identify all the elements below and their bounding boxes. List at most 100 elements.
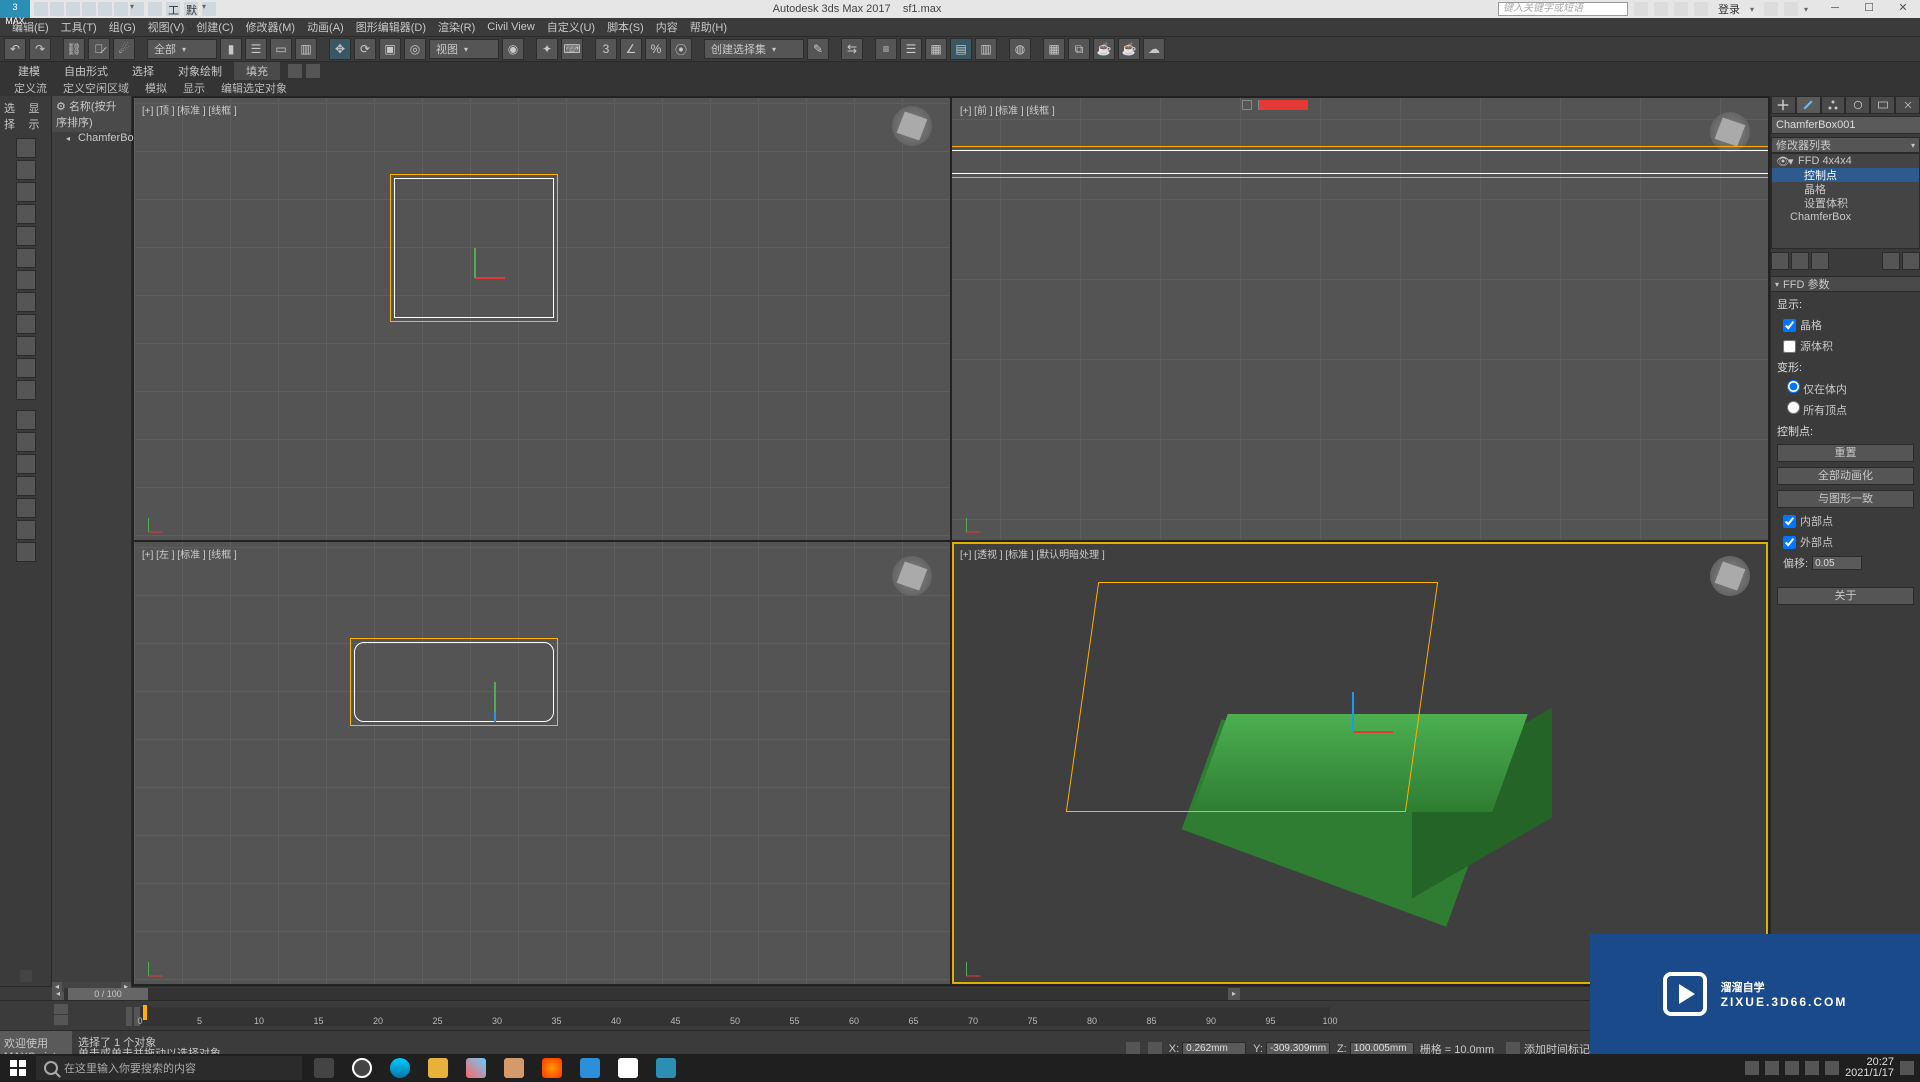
layer-explorer-button[interactable]: ☰ [900,38,922,60]
ribbon-tab-selection[interactable]: 选择 [120,62,166,80]
infocenter-cloud-icon[interactable] [1674,2,1688,16]
viewcube-persp[interactable] [1710,556,1750,596]
menu-views[interactable]: 视图(V) [142,18,191,36]
tray-volume-icon[interactable] [1825,1061,1839,1075]
menu-content[interactable]: 内容 [650,18,684,36]
ribbon-pin-icon[interactable] [306,64,320,78]
ribbon-tab-populate[interactable]: 填充 [234,62,280,80]
leftbar-btn-14[interactable] [16,432,36,452]
leftbar-btn-12[interactable] [16,380,36,400]
select-manipulate-button[interactable]: ✦ [536,38,558,60]
help-icon[interactable] [1784,2,1798,16]
qat-new-icon[interactable] [34,2,48,16]
btn-reset[interactable]: 重置 [1777,444,1914,462]
object-name-input[interactable] [1771,116,1920,134]
scale-button[interactable]: ▣ [379,38,401,60]
leftbar-btn-5[interactable] [16,226,36,246]
leftbar-btn-15[interactable] [16,454,36,474]
viewport-perspective[interactable]: [+] [透视 ] [标准 ] [默认明暗处理 ] [952,542,1768,984]
stack-remove-button[interactable] [1882,252,1900,270]
leftbar-btn-3[interactable] [16,182,36,202]
tab-hierarchy[interactable] [1821,96,1846,114]
workspace-selector[interactable]: 工作区: 默认 ▾ [148,2,216,16]
tab-display[interactable] [1870,96,1895,114]
mirror-button[interactable]: ⇆ [841,38,863,60]
leftbar-btn-8[interactable] [16,292,36,312]
exchange-icon[interactable] [1764,2,1778,16]
stack-expand-icon[interactable]: ▾ [1788,155,1798,168]
qat-dropdown-icon[interactable]: ▾ [130,2,144,16]
timeslider-next-icon[interactable]: ▸ [1228,988,1240,1000]
rb-all-verts[interactable]: 所有顶点 [1787,401,1914,418]
scene-explorer-header[interactable]: ⚙ 名称(按升序排序) [52,96,131,132]
qat-open-icon[interactable] [50,2,64,16]
rb-inside-only[interactable]: 仅在体内 [1787,380,1914,397]
cb-inside-points[interactable]: 内部点 [1777,513,1914,529]
named-selection-edit-button[interactable]: ✎ [807,38,829,60]
trackbar-mini-btn-2[interactable] [54,1015,68,1025]
menu-tools[interactable]: 工具(T) [55,18,103,36]
start-button[interactable] [0,1054,36,1082]
select-object-button[interactable]: ▮ [220,38,242,60]
tab-motion[interactable] [1845,96,1870,114]
viewport-label-top[interactable]: [+] [顶 ] [标准 ] [线框 ] [142,102,237,117]
render-setup-button[interactable]: ▦ [1043,38,1065,60]
tab-create[interactable] [1771,96,1796,114]
placement-button[interactable]: ◎ [404,38,426,60]
btn-conform[interactable]: 与图形一致 [1777,490,1914,508]
stack-visibility-icon[interactable]: 👁 [1776,155,1788,168]
taskbar-search-input[interactable]: 在这里输入你要搜索的内容 [36,1056,302,1080]
scenepane-tab-display[interactable]: 显示 [29,100,48,132]
trackbar-open-mini-curve-icon[interactable] [126,1007,132,1026]
leftbar-expand-chevron-icon[interactable] [20,970,32,982]
3dsmax-taskbar-icon[interactable] [648,1054,684,1082]
time-slider-thumb[interactable]: 0 / 100 [68,988,148,1000]
btn-animate-all[interactable]: 全部动画化 [1777,467,1914,485]
leftbar-btn-16[interactable] [16,476,36,496]
menu-script[interactable]: 脚本(S) [601,18,650,36]
tray-notifications-icon[interactable] [1900,1061,1914,1075]
stack-base-object[interactable]: ChamferBox [1790,211,1851,223]
stack-showresult-button[interactable] [1791,252,1809,270]
select-by-name-button[interactable]: ☰ [245,38,267,60]
leftbar-btn-18[interactable] [16,520,36,540]
viewport-label-left[interactable]: [+] [左 ] [标准 ] [线框 ] [142,546,237,561]
leftbar-btn-17[interactable] [16,498,36,518]
rollout-ffd-params-header[interactable]: ▾ FFD 参数 [1771,276,1920,292]
scene-object-row[interactable]: ◂ ChamferBox001 [52,132,131,144]
viewport-label-persp[interactable]: [+] [透视 ] [标准 ] [默认明暗处理 ] [960,546,1105,561]
material-editor-button[interactable]: ◍ [1009,38,1031,60]
cb-outside-points[interactable]: 外部点 [1777,534,1914,550]
login-caret-icon[interactable]: ▾ [1750,5,1758,14]
ribbon-tab-objectpaint[interactable]: 对象绘制 [166,62,234,80]
ribbon-tab-freeform[interactable]: 自由形式 [52,62,120,80]
leftbar-btn-7[interactable] [16,270,36,290]
qat-link-icon[interactable] [114,2,128,16]
subtab-simulate[interactable]: 模拟 [137,79,175,97]
help-caret-icon[interactable]: ▾ [1804,5,1812,14]
leftbar-btn-10[interactable] [16,336,36,356]
btn-about[interactable]: 关于 [1777,587,1914,605]
leftbar-btn-6[interactable] [16,248,36,268]
spinner-snap-button[interactable]: ⦿ [670,38,692,60]
tray-onedrive-icon[interactable] [1765,1061,1779,1075]
maximize-button[interactable]: ☐ [1852,0,1886,18]
scenepane-tab-select[interactable]: 选择 [4,100,23,132]
unlink-button[interactable]: ⛓̷ [88,38,110,60]
subtab-idle[interactable]: 定义空闲区域 [55,79,137,97]
expand-triangle-icon[interactable]: ◂ [66,134,70,143]
stack-mod-ffd[interactable]: FFD 4x4x4 [1798,155,1852,167]
percent-snap-button[interactable]: % [645,38,667,60]
app-icon-4[interactable] [610,1054,646,1082]
minimize-button[interactable]: ─ [1818,0,1852,18]
infocenter-binoculars-icon[interactable] [1634,2,1648,16]
user-icon[interactable] [1694,2,1708,16]
menu-render[interactable]: 渲染(R) [432,18,481,36]
leftbar-btn-1[interactable] [16,138,36,158]
subtab-display[interactable]: 显示 [175,79,213,97]
curve-editor-button[interactable]: ▤ [950,38,972,60]
leftbar-btn-11[interactable] [16,358,36,378]
render-production-button[interactable]: ☕ [1093,38,1115,60]
tray-chevron-icon[interactable] [1745,1061,1759,1075]
tab-utilities[interactable] [1895,96,1920,114]
